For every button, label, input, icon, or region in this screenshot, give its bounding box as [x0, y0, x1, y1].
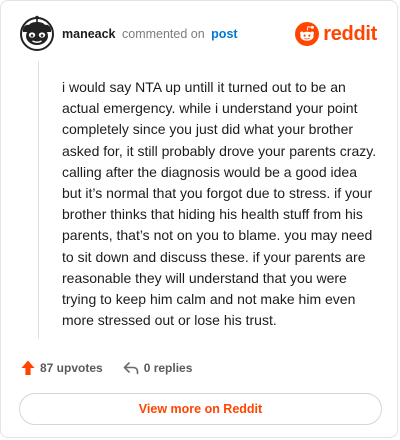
username-link[interactable]: maneack — [62, 27, 116, 41]
action-text: commented on — [122, 27, 205, 41]
reddit-brand-link[interactable]: reddit — [295, 21, 377, 47]
comment-meta: maneack commented on post — [62, 27, 238, 41]
upvote-arrow-icon — [21, 360, 35, 375]
embedded-comment-card: maneack commented on post reddit i would… — [0, 0, 398, 438]
view-more-button[interactable]: View more on Reddit — [19, 393, 382, 425]
comment-body: i would say NTA up untill it turned out … — [62, 79, 377, 329]
reply-arrow-icon — [123, 362, 139, 375]
reddit-wordmark: reddit — [323, 22, 377, 45]
comment-footer: 87 upvotes 0 replies — [21, 358, 192, 378]
replies-stat[interactable]: 0 replies — [123, 361, 193, 375]
post-link[interactable]: post — [211, 27, 237, 41]
upvotes-stat[interactable]: 87 upvotes — [21, 360, 103, 376]
replies-count: 0 replies — [143, 361, 193, 375]
thread-line — [38, 61, 39, 339]
snoo-avatar-icon[interactable] — [19, 15, 55, 51]
upvotes-count: 87 upvotes — [40, 361, 103, 375]
reddit-logo-icon — [295, 22, 320, 46]
comment-header: maneack commented on post reddit — [19, 15, 383, 53]
